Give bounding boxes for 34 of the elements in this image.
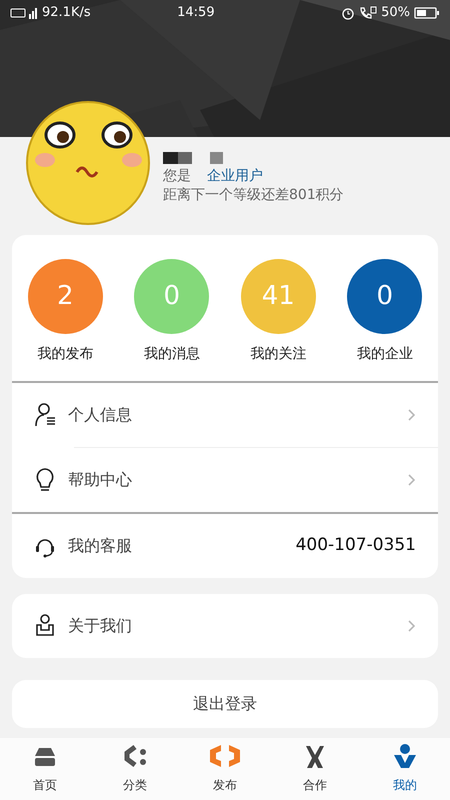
tab[interactable]: 发布 bbox=[180, 738, 270, 800]
person-icon bbox=[393, 744, 417, 770]
tab[interactable]: 首页 bbox=[0, 738, 90, 800]
alarm-icon bbox=[341, 6, 356, 20]
tab[interactable]: 分类 bbox=[90, 738, 180, 800]
person-icon bbox=[34, 402, 58, 428]
chevron-icon bbox=[408, 620, 416, 632]
stat-label: 我的关注 bbox=[249, 345, 308, 364]
battery-percent: 50% bbox=[381, 4, 410, 22]
stat-label: 我的发布 bbox=[36, 345, 94, 364]
tab[interactable]: 我的 bbox=[360, 738, 450, 800]
stat-label: 我的消息 bbox=[142, 345, 201, 364]
menu-item[interactable]: 关于我们 bbox=[68, 614, 408, 638]
chevron-icon bbox=[408, 409, 416, 421]
stat-label: 我的企业 bbox=[356, 345, 414, 364]
logout-button[interactable]: 退出登录 bbox=[12, 680, 438, 728]
tab[interactable]: 合作 bbox=[270, 738, 360, 800]
network-speed: 92.1K/s bbox=[42, 4, 91, 22]
chevron-icon bbox=[408, 474, 416, 486]
stat-count[interactable]: 0 bbox=[347, 259, 422, 334]
phone-number[interactable]: 400-107-0351 bbox=[296, 533, 416, 559]
role-label: 您是 bbox=[163, 167, 191, 186]
status-time: 14:59 bbox=[176, 4, 216, 22]
cooperate-icon bbox=[303, 744, 327, 770]
menu-label: 我的客服 bbox=[68, 535, 133, 557]
user-role: 企业用户 bbox=[207, 167, 263, 186]
menu-item[interactable]: 个人信息 bbox=[68, 403, 408, 427]
phone-icon bbox=[359, 6, 378, 20]
battery-icon bbox=[414, 6, 440, 20]
menu-item[interactable]: 帮助中心 bbox=[68, 468, 408, 492]
points-note: 距离下一个等级还差801积分 bbox=[163, 186, 345, 205]
redacted-name bbox=[163, 150, 223, 164]
signal-icon bbox=[10, 6, 38, 20]
category-icon bbox=[123, 744, 147, 770]
